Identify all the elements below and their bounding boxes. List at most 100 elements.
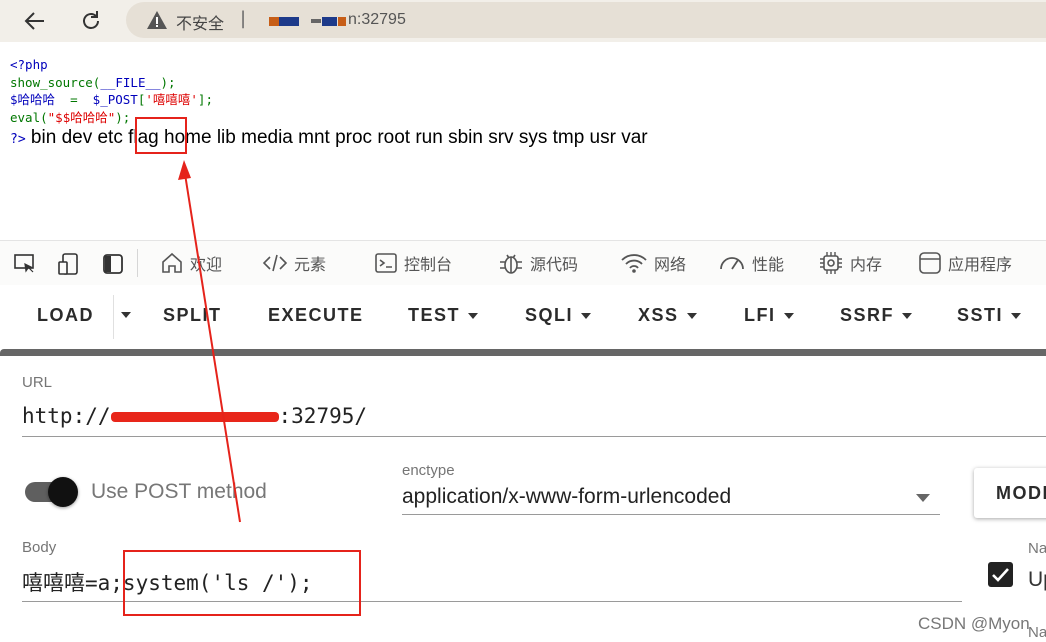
directory-listing: bin dev etc flag home lib media mnt proc… [25, 127, 648, 148]
source-line: $哈哈哈 = $_POST['嘻嘻嘻']; [10, 91, 213, 109]
toggle-knob[interactable] [48, 477, 78, 507]
csdn-watermark: CSDN @Myon [918, 614, 1030, 633]
source-token: eval( [10, 109, 48, 125]
chevron-down-icon [686, 312, 697, 319]
tab-network[interactable]: 网络 [620, 250, 686, 276]
redaction-mark [322, 17, 337, 26]
load-button[interactable]: LOAD [37, 305, 94, 326]
back-button[interactable] [18, 4, 52, 38]
button-label: TEST [408, 305, 461, 325]
redaction-mark [311, 19, 321, 23]
button-label: SSTI [957, 305, 1004, 325]
toolbar-divider [113, 295, 114, 339]
tab-label: 控制台 [404, 255, 453, 274]
button-label: EXECUTE [268, 305, 364, 325]
tab-elements[interactable]: 元素 [262, 250, 326, 276]
wifi-icon [621, 254, 647, 273]
dropdown-arrow-icon[interactable] [916, 494, 930, 502]
header-name-label-2: Na [1028, 624, 1046, 641]
header-name-input[interactable]: Up [1028, 568, 1046, 592]
ssrf-menu-button[interactable]: SSRF [840, 305, 913, 326]
code-tag-icon [262, 254, 288, 272]
load-dropdown-caret[interactable] [121, 312, 131, 318]
body-label: Body [22, 539, 57, 556]
button-label: XSS [638, 305, 679, 325]
redaction-mark [279, 17, 299, 26]
inspect-element-icon[interactable] [13, 252, 37, 276]
hackbar-progress-bar [0, 349, 1046, 356]
button-label: LOAD [37, 305, 94, 325]
tab-welcome[interactable]: 欢迎 [160, 250, 222, 276]
button-label: LFI [744, 305, 776, 325]
address-separator: | [240, 8, 247, 29]
execute-button[interactable]: EXECUTE [268, 305, 364, 326]
warning-icon [147, 11, 167, 29]
button-label: SQLI [525, 305, 574, 325]
xss-menu-button[interactable]: XSS [638, 305, 697, 326]
browser-toolbar: 不安全 | n:32795 [0, 0, 1046, 42]
source-token: show_source( [10, 74, 101, 90]
bug-icon [500, 254, 522, 274]
url-input[interactable]: http:// :32795/ [22, 404, 367, 428]
enctype-select[interactable]: application/x-www-form-urlencoded [402, 485, 731, 509]
payload-highlight-box [123, 550, 361, 616]
header-name-label: Na [1028, 540, 1046, 557]
tab-memory[interactable]: 内存 [818, 250, 882, 276]
tab-label: 应用程序 [948, 255, 1013, 274]
test-menu-button[interactable]: TEST [408, 305, 479, 326]
device-emulation-icon[interactable] [57, 252, 81, 276]
source-token: = [62, 92, 86, 107]
url-prefix: http:// [22, 404, 111, 428]
devtools-tab-strip: 欢迎 元素 控制台 源代码 网络 性能 内存 应用程序 [0, 240, 1046, 286]
tab-label: 内存 [850, 255, 883, 274]
home-icon [162, 252, 182, 273]
split-button[interactable]: SPLIT [163, 305, 222, 326]
sqli-menu-button[interactable]: SQLI [525, 305, 592, 326]
speedometer-icon [720, 257, 744, 270]
chevron-down-icon [1011, 312, 1022, 319]
reload-button[interactable] [74, 4, 108, 38]
url-suffix: :32795/ [278, 404, 368, 428]
tab-application[interactable]: 应用程序 [918, 250, 1012, 276]
source-token: "$$哈哈哈" [47, 109, 116, 125]
modify-header-button[interactable]: MODI [974, 468, 1046, 518]
chevron-down-icon [468, 312, 479, 319]
redaction-mark [269, 17, 279, 26]
back-arrow-icon [24, 12, 44, 30]
tab-sources[interactable]: 源代码 [498, 250, 578, 276]
address-text: n:32795 [348, 11, 406, 28]
php-source-code: <?php show_source(__FILE__); $哈哈哈 = $_POST… [10, 56, 213, 126]
redaction-mark [338, 17, 346, 26]
memory-chip-icon [820, 252, 842, 274]
tab-label: 性能 [752, 255, 785, 274]
dock-side-icon[interactable] [101, 252, 125, 276]
chevron-down-icon [121, 312, 131, 318]
lfi-menu-button[interactable]: LFI [744, 305, 794, 326]
source-token: ]; [197, 92, 213, 107]
command-output: ?> bin dev etc flag home lib media mnt p… [10, 127, 648, 149]
source-line: show_source(__FILE__); [10, 74, 213, 92]
url-label: URL [22, 374, 53, 391]
enctype-label: enctype [402, 462, 455, 479]
php-close-tag: ?> [10, 132, 26, 147]
button-label: SPLIT [163, 305, 222, 325]
chevron-down-icon [581, 312, 592, 319]
enctype-underline [402, 514, 940, 515]
flag-highlight-box [135, 117, 187, 154]
source-token: $_POST [85, 92, 138, 107]
source-token: '嘻嘻嘻' [145, 92, 198, 107]
hackbar-toolbar: LOAD SPLIT EXECUTE TEST SQLI XSS LFI SSR… [0, 285, 1046, 349]
post-method-label: Use POST method [91, 480, 267, 503]
security-status: 不安全 [176, 14, 225, 33]
source-token: $哈哈哈 [10, 92, 63, 107]
tab-performance[interactable]: 性能 [718, 250, 784, 276]
button-label: SSRF [840, 305, 895, 325]
header-enabled-checkbox[interactable] [988, 562, 1013, 587]
console-icon [375, 253, 397, 273]
source-line: <?php [10, 56, 213, 74]
chevron-down-icon [783, 312, 794, 319]
address-bar[interactable]: 不安全 | n:32795 [126, 2, 1046, 38]
tab-console[interactable]: 控制台 [374, 250, 452, 276]
ssti-menu-button[interactable]: SSTI [957, 305, 1022, 326]
application-window-icon [919, 252, 941, 274]
